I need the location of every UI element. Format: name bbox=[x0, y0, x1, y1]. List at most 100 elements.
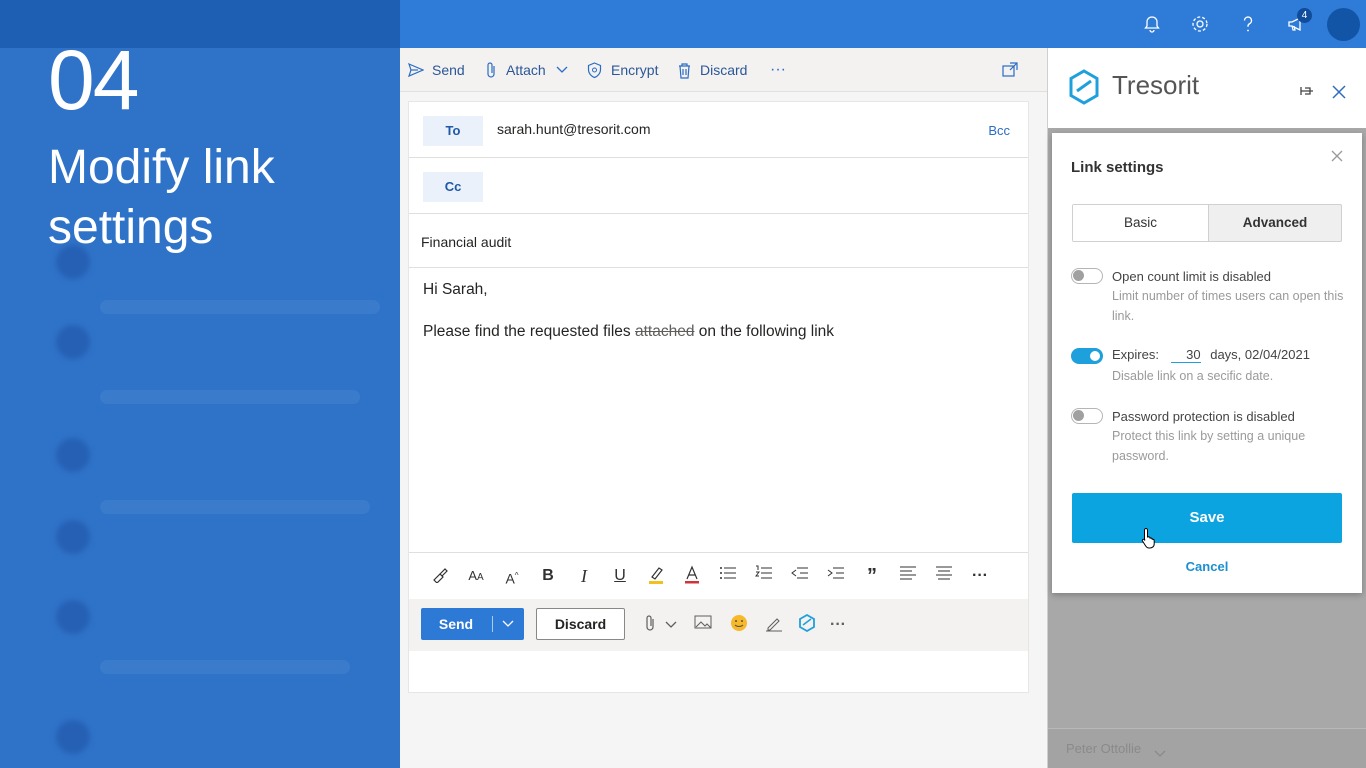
send-icon bbox=[408, 62, 424, 78]
popout-icon[interactable] bbox=[1002, 62, 1018, 78]
more-formatting-icon[interactable]: ··· bbox=[968, 565, 992, 587]
toolbar-discard-button[interactable]: Discard bbox=[677, 60, 747, 80]
expires-suffix: days, 02/04/2021 bbox=[1210, 347, 1310, 362]
hand-cursor-icon bbox=[1141, 527, 1157, 549]
body-strikethrough: attached bbox=[634, 323, 695, 340]
expires-description: Disable link on a secific date. bbox=[1112, 369, 1274, 383]
blurred-avatar bbox=[56, 325, 90, 359]
bullets-icon[interactable] bbox=[716, 565, 740, 587]
step-number: 04 bbox=[48, 33, 139, 127]
body-line-1: Please find the requested files bbox=[423, 323, 631, 340]
pin-icon[interactable] bbox=[1298, 84, 1316, 98]
bold-icon[interactable]: B bbox=[536, 565, 560, 587]
dialog-title: Link settings bbox=[1071, 159, 1164, 176]
blurred-avatar bbox=[56, 600, 90, 634]
to-recipient[interactable]: sarah.hunt@tresorit.com bbox=[497, 121, 651, 137]
toolbar-attach-button[interactable]: Attach bbox=[484, 60, 576, 80]
more-actions-button[interactable]: ··· bbox=[827, 614, 849, 636]
to-button[interactable]: To bbox=[423, 116, 483, 146]
toolbar-send-label: Send bbox=[432, 62, 465, 78]
tresorit-icon[interactable] bbox=[796, 613, 818, 636]
grow-font-icon[interactable]: A^ bbox=[500, 565, 524, 587]
tutorial-panel: 04 Modify link settings bbox=[0, 0, 400, 768]
open-count-title: Open count limit is disabled bbox=[1112, 269, 1271, 284]
chevron-down-icon[interactable] bbox=[1154, 745, 1166, 757]
close-icon[interactable] bbox=[1331, 84, 1347, 100]
compose-area: Send Attach Encrypt Discard ··· To sarah… bbox=[400, 48, 1047, 768]
password-toggle[interactable] bbox=[1071, 408, 1103, 424]
command-bar: Send Attach Encrypt Discard ··· bbox=[400, 48, 1047, 92]
bcc-link[interactable]: Bcc bbox=[988, 123, 1010, 138]
user-avatar[interactable] bbox=[1327, 8, 1360, 41]
subject-row[interactable]: Financial audit bbox=[409, 214, 1028, 268]
toolbar-encrypt-button[interactable]: Encrypt bbox=[586, 60, 658, 80]
blurred-row bbox=[100, 660, 350, 674]
cc-button[interactable]: Cc bbox=[423, 172, 483, 202]
chevron-down-icon bbox=[556, 66, 568, 73]
save-button[interactable]: Save bbox=[1072, 493, 1342, 543]
user-name[interactable]: Peter Ottollie bbox=[1066, 741, 1141, 756]
body-line-2: on the following link bbox=[698, 323, 835, 340]
shield-icon bbox=[587, 61, 602, 78]
password-title: Password protection is disabled bbox=[1112, 409, 1295, 424]
tab-basic[interactable]: Basic bbox=[1073, 205, 1209, 241]
close-icon[interactable] bbox=[1330, 149, 1344, 163]
send-button-label: Send bbox=[438, 616, 474, 632]
to-row: To sarah.hunt@tresorit.com Bcc bbox=[409, 102, 1028, 158]
expires-days-input[interactable] bbox=[1170, 347, 1201, 363]
quote-icon[interactable]: ” bbox=[860, 565, 884, 587]
italic-icon[interactable]: I bbox=[572, 565, 596, 587]
open-count-description: Limit number of times users can open thi… bbox=[1112, 289, 1344, 323]
chevron-down-icon[interactable] bbox=[499, 616, 517, 632]
toolbar-discard-label: Discard bbox=[700, 62, 748, 78]
discard-button[interactable]: Discard bbox=[536, 608, 625, 640]
addin-header: Tresorit bbox=[1048, 48, 1366, 128]
align-center-icon[interactable] bbox=[932, 565, 956, 587]
notification-badge: 4 bbox=[1297, 8, 1312, 23]
tab-advanced[interactable]: Advanced bbox=[1209, 205, 1341, 241]
body-greeting: Hi Sarah, bbox=[423, 281, 488, 298]
action-bar: Send Discard ··· bbox=[409, 599, 1028, 651]
font-color-icon[interactable] bbox=[680, 565, 704, 587]
toolbar-send-button[interactable]: Send bbox=[408, 60, 465, 80]
trash-icon bbox=[679, 62, 690, 79]
toolbar-more-button[interactable]: ··· bbox=[770, 60, 786, 80]
gear-icon[interactable] bbox=[1188, 12, 1212, 36]
paperclip-icon bbox=[487, 62, 495, 78]
expires-row: Expires: days, 02/04/2021 bbox=[1112, 347, 1310, 363]
open-count-toggle[interactable] bbox=[1071, 268, 1103, 284]
expires-label: Expires: bbox=[1112, 347, 1159, 362]
step-title: Modify link settings bbox=[48, 141, 275, 254]
increase-indent-icon[interactable] bbox=[824, 565, 848, 587]
cancel-link[interactable]: Cancel bbox=[1072, 559, 1342, 574]
highlight-icon[interactable] bbox=[644, 565, 668, 587]
blurred-avatar bbox=[56, 720, 90, 754]
formatting-toolbar: AA A^ B I U ” ··· bbox=[409, 552, 1028, 598]
settings-tabs: Basic Advanced bbox=[1072, 204, 1342, 242]
password-description: Protect this link by setting a unique pa… bbox=[1112, 429, 1306, 463]
brand-name: Tresorit bbox=[1112, 70, 1200, 100]
toolbar-encrypt-label: Encrypt bbox=[611, 62, 659, 78]
subject-field[interactable]: Financial audit bbox=[421, 234, 511, 250]
tresorit-logo-icon bbox=[1068, 69, 1100, 105]
image-icon[interactable] bbox=[692, 614, 714, 636]
blurred-row bbox=[100, 300, 380, 314]
expires-toggle[interactable] bbox=[1071, 348, 1103, 364]
numbering-icon[interactable] bbox=[752, 565, 776, 587]
bell-icon[interactable] bbox=[1140, 12, 1164, 36]
font-size-icon[interactable]: AA bbox=[464, 565, 488, 587]
app-top-bar bbox=[400, 0, 1366, 48]
blurred-row bbox=[100, 390, 360, 404]
signature-icon[interactable] bbox=[763, 614, 785, 636]
emoji-icon[interactable] bbox=[728, 614, 750, 636]
underline-icon[interactable]: U bbox=[608, 565, 632, 587]
send-button[interactable]: Send bbox=[421, 608, 524, 640]
chevron-down-icon[interactable] bbox=[660, 614, 682, 636]
align-left-icon[interactable] bbox=[896, 565, 920, 587]
paperclip-icon[interactable] bbox=[639, 614, 661, 636]
decrease-indent-icon[interactable] bbox=[788, 565, 812, 587]
blurred-row bbox=[100, 500, 370, 514]
format-painter-icon[interactable] bbox=[428, 565, 452, 587]
message-card: To sarah.hunt@tresorit.com Bcc Cc Financ… bbox=[408, 101, 1029, 693]
help-icon[interactable] bbox=[1236, 12, 1260, 36]
